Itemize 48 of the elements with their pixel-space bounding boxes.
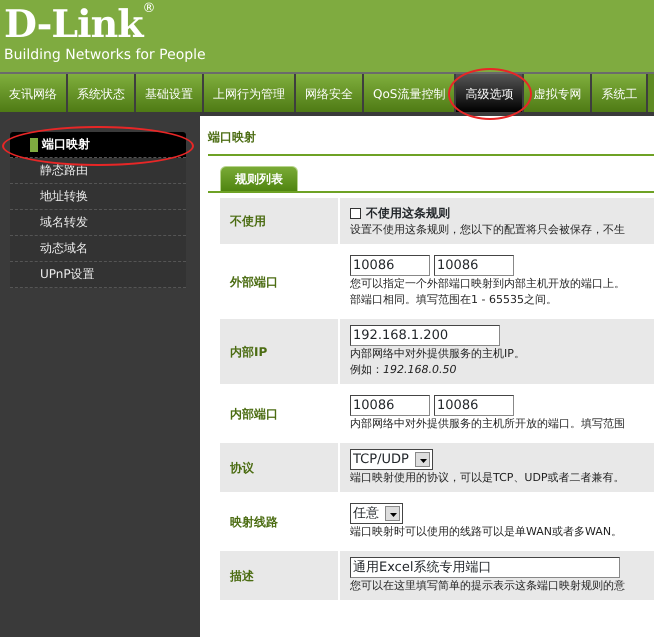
nav-tab[interactable]: 虚拟专网 <box>524 74 592 112</box>
sidebar-item[interactable]: 端口映射 <box>10 132 186 158</box>
dropdown[interactable]: TCP/UDP <box>350 449 433 470</box>
hint-text: 您可以在这里填写简单的提示表示这条端口映射规则的意 <box>350 578 626 594</box>
field-label: 不使用 <box>220 198 338 244</box>
registered-mark: ® <box>142 1 156 16</box>
hint-text: 内部网络中对外提供服务的主机IP。 <box>350 346 526 362</box>
tab[interactable]: 规则列表 <box>220 166 298 191</box>
sidebar-item[interactable]: 域名转发 <box>10 210 186 236</box>
field-label: 内部IP <box>220 319 338 384</box>
hint-text: 部端口相同。填写范围在1 - 65535之间。 <box>350 292 558 308</box>
caret-icon <box>414 452 430 467</box>
field-label: 映射线路 <box>229 514 279 530</box>
checkbox-label: 不使用这条规则 <box>366 206 450 220</box>
nav-tab[interactable]: 高级选项 <box>456 74 524 112</box>
hint-text: 设置不使用这条规则，您以下的配置将只会被保存，不生 <box>350 222 626 238</box>
hint-text: 例如：192.168.0.50 <box>350 362 458 378</box>
input-field[interactable]: 通用Excel系统专用端口 <box>350 557 620 578</box>
field-label: 协议 <box>220 443 338 492</box>
logo-wordmark: D-Link <box>4 1 143 46</box>
hint-text: 内部网络中对外提供服务的主机所开放的端口。填写范围 <box>350 416 626 432</box>
sidebar-item[interactable]: 静态路由 <box>10 158 186 184</box>
nav-tab[interactable]: 网络安全 <box>296 74 364 112</box>
nav-tab[interactable]: 系统状态 <box>68 74 136 112</box>
input-field[interactable]: 10086 <box>434 395 514 416</box>
nav-tab[interactable]: 友讯网络 <box>0 74 68 112</box>
input-field[interactable]: 10086 <box>434 255 514 276</box>
nav-tab[interactable]: QoS流量控制 <box>364 74 456 112</box>
nav-tab[interactable]: 基础设置 <box>136 74 204 112</box>
hint-text: 端口映射使用的协议，可以是TCP、UDP或者二者兼有。 <box>350 470 626 486</box>
sidebar-item[interactable]: 地址转换 <box>10 184 186 210</box>
sidebar-item[interactable]: 动态域名 <box>10 236 186 262</box>
page-title: 端口映射 <box>208 128 654 156</box>
field-label: 外部端口 <box>228 274 279 290</box>
hint-text: 您可以指定一个外部端口映射到内部主机开放的端口上。 <box>350 276 626 292</box>
nav-tab[interactable]: 系统工 <box>592 74 648 112</box>
field-label: 描述 <box>220 551 338 600</box>
nav-tab[interactable]: 上网行为管理 <box>204 74 296 112</box>
hint-text: 端口映射时可以使用的线路可以是单WAN或者多WAN。 <box>350 524 624 540</box>
dropdown[interactable]: 任意 <box>350 503 403 524</box>
input-field[interactable]: 10086 <box>350 255 430 276</box>
logo-tagline: Building Networks for People <box>4 47 206 63</box>
sidebar-item[interactable]: UPnP设置 <box>10 262 186 288</box>
caret-icon <box>385 506 400 521</box>
input-field[interactable]: 10086 <box>350 395 430 416</box>
field-label: 内部端口 <box>229 406 279 422</box>
input-field[interactable]: 192.168.1.200 <box>350 325 500 346</box>
checkbox[interactable] <box>350 208 361 220</box>
